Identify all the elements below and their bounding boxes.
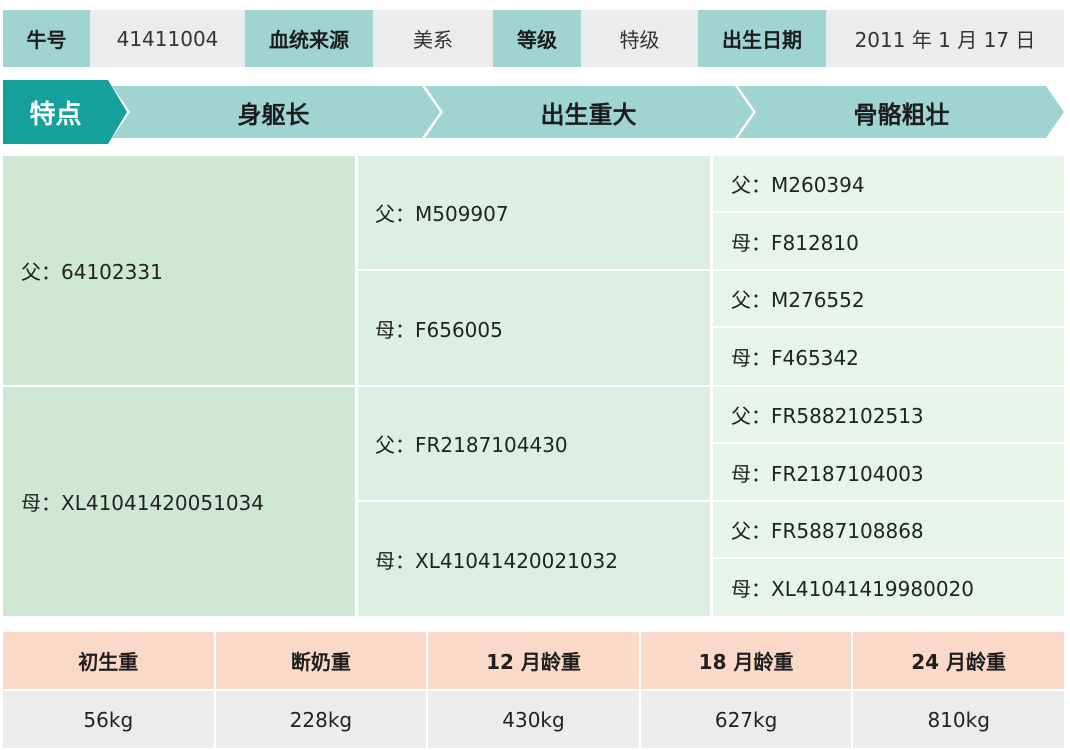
feature-item-1: 身躯长 bbox=[237, 100, 310, 129]
weights-table: 初生重 断奶重 12 月龄重 18 月龄重 24 月龄重 56kg 228kg … bbox=[3, 632, 1064, 748]
pedigree-ggp-1: 父：M260394 bbox=[713, 156, 1064, 211]
id-label: 牛号 bbox=[3, 10, 90, 67]
pedigree-dam-dam: 母：XL41041420021032 bbox=[358, 502, 710, 616]
weight-value-24m: 810kg bbox=[853, 691, 1064, 748]
grade-label: 等级 bbox=[493, 10, 581, 67]
pedigree-ggp-2: 母：F812810 bbox=[713, 213, 1064, 269]
weight-header-18m: 18 月龄重 bbox=[640, 632, 852, 689]
weight-header-12m: 12 月龄重 bbox=[428, 632, 639, 689]
pedigree-ggp-8: 母：XL41041419980020 bbox=[713, 559, 1064, 616]
pedigree-ggp-5: 父：FR5882102513 bbox=[713, 387, 1064, 442]
id-value: 41411004 bbox=[90, 10, 245, 67]
weight-header-weaning: 断奶重 bbox=[215, 632, 427, 689]
pedigree-ggp-6: 母：FR2187104003 bbox=[713, 444, 1064, 500]
weights-value-row: 56kg 228kg 430kg 627kg 810kg bbox=[3, 691, 1064, 748]
pedigree-dam-sire: 父：FR2187104430 bbox=[358, 387, 710, 500]
pedigree-dam: 母：XL41041420051034 bbox=[3, 387, 355, 616]
feature-item-3: 骨骼粗壮 bbox=[853, 100, 950, 129]
pedigree-table: 父：64102331 母：XL41041420051034 父：M509907 … bbox=[3, 156, 1064, 616]
weights-header-row: 初生重 断奶重 12 月龄重 18 月龄重 24 月龄重 bbox=[3, 632, 1064, 689]
feature-title: 特点 bbox=[29, 99, 82, 130]
pedigree-sire-dam: 母：F656005 bbox=[358, 271, 710, 385]
feature-item-2: 出生重大 bbox=[540, 100, 637, 129]
weight-value-birth: 56kg bbox=[3, 691, 214, 748]
weight-value-18m: 627kg bbox=[640, 691, 852, 748]
source-label: 血统来源 bbox=[245, 10, 373, 67]
source-value: 美系 bbox=[373, 10, 493, 67]
birth-value: 2011 年 1 月 17 日 bbox=[826, 10, 1064, 67]
pedigree-ggp-4: 母：F465342 bbox=[713, 328, 1064, 385]
weight-header-birth: 初生重 bbox=[3, 632, 214, 689]
weight-header-24m: 24 月龄重 bbox=[853, 632, 1064, 689]
birth-label: 出生日期 bbox=[698, 10, 826, 67]
grade-value: 特级 bbox=[581, 10, 698, 67]
info-row: 牛号 41411004 血统来源 美系 等级 特级 出生日期 2011 年 1 … bbox=[3, 10, 1064, 67]
pedigree-sire: 父：64102331 bbox=[3, 156, 355, 385]
features-bar: 特点 身躯长 出生重大 骨骼粗壮 bbox=[0, 80, 1070, 144]
weight-value-12m: 430kg bbox=[428, 691, 639, 748]
pedigree-ggp-3: 父：M276552 bbox=[713, 271, 1064, 326]
pedigree-sire-sire: 父：M509907 bbox=[358, 156, 710, 269]
weight-value-weaning: 228kg bbox=[215, 691, 427, 748]
pedigree-ggp-7: 父：FR5887108868 bbox=[713, 502, 1064, 557]
